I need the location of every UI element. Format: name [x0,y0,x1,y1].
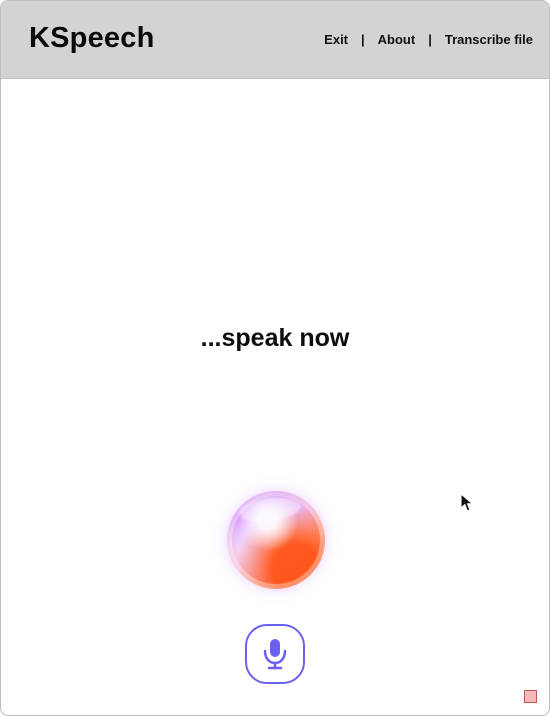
header: KSpeech Exit | About | Transcribe file [1,1,549,79]
top-nav: Exit | About | Transcribe file [324,32,533,47]
app-window: KSpeech Exit | About | Transcribe file .… [0,0,550,716]
nav-separator: | [361,32,365,47]
exit-link[interactable]: Exit [324,32,348,47]
microphone-icon [263,639,287,670]
app-title: KSpeech [29,22,155,54]
mouse-pointer-icon [460,493,474,512]
voice-orb-icon [227,491,325,589]
about-link[interactable]: About [378,32,416,47]
transcribe-file-link[interactable]: Transcribe file [445,32,533,47]
microphone-button[interactable] [245,624,305,684]
nav-separator: | [428,32,432,47]
speak-now-status: ...speak now [200,324,350,352]
resize-indicator [524,690,537,703]
